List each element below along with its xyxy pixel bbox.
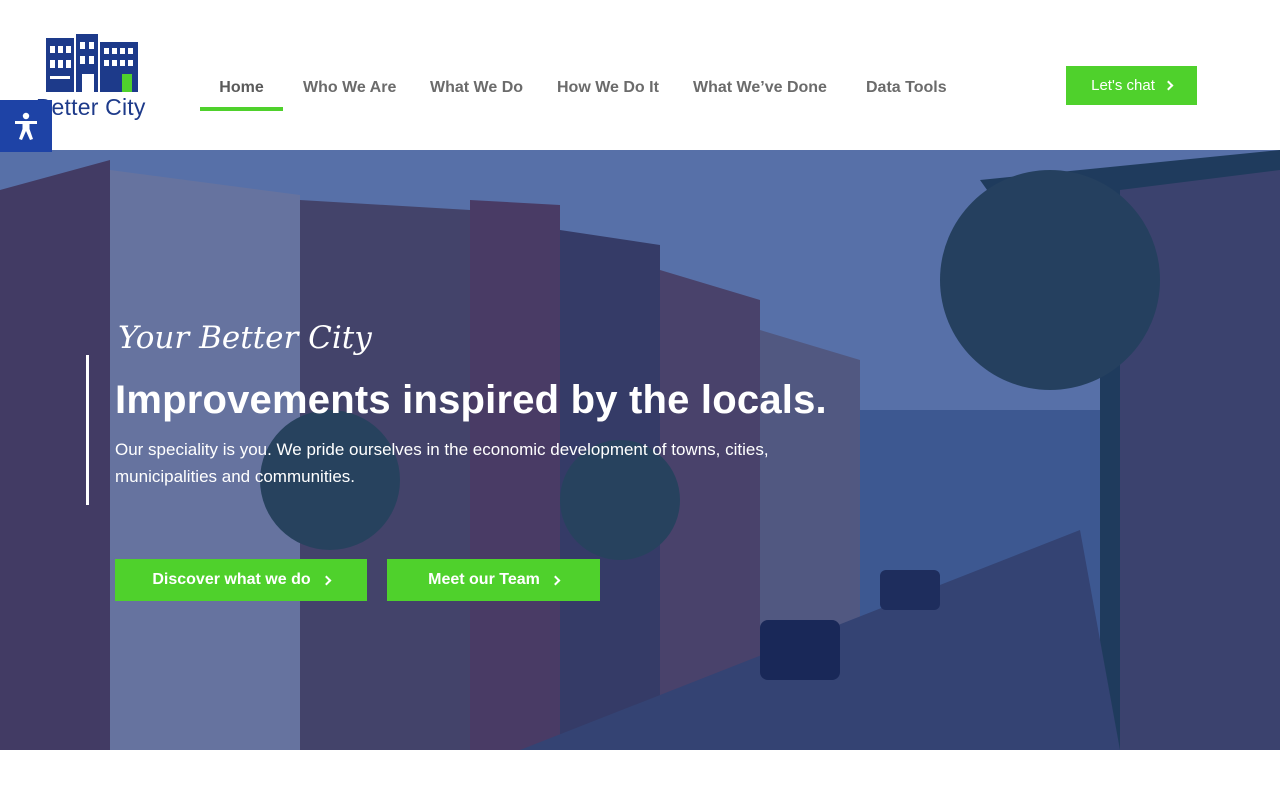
chevron-right-icon bbox=[321, 575, 332, 585]
hero-section: Your Better City Improvements inspired b… bbox=[0, 150, 1280, 750]
nav-item-what-we-do[interactable]: What We Do bbox=[430, 66, 523, 110]
meet-our-team-button[interactable]: Meet our Team bbox=[387, 559, 600, 601]
discover-what-we-do-button[interactable]: Discover what we do bbox=[115, 559, 367, 601]
brand-name: Better City bbox=[36, 94, 146, 120]
site-logo[interactable]: Better City bbox=[36, 34, 156, 124]
lets-chat-button[interactable]: Let's chat bbox=[1066, 66, 1197, 105]
meet-team-label: Meet our Team bbox=[428, 571, 540, 588]
main-nav: Home Who We Are What We Do How We Do It … bbox=[200, 66, 947, 111]
city-buildings-logo-icon bbox=[46, 34, 138, 92]
page-content-start bbox=[0, 750, 1280, 800]
lets-chat-label: Let's chat bbox=[1091, 77, 1155, 94]
nav-item-what-weve-done[interactable]: What We’ve Done bbox=[693, 66, 827, 110]
nav-item-home[interactable]: Home bbox=[200, 66, 283, 111]
accessibility-icon bbox=[15, 112, 37, 140]
hero-subtitle: Our speciality is you. We pride ourselve… bbox=[115, 440, 769, 486]
nav-item-how-we-do-it[interactable]: How We Do It bbox=[557, 66, 659, 110]
nav-item-who-we-are[interactable]: Who We Are bbox=[303, 66, 396, 110]
hero-accent-bar bbox=[86, 355, 89, 505]
chevron-right-icon bbox=[1163, 80, 1174, 91]
accessibility-button[interactable] bbox=[0, 100, 52, 152]
chevron-right-icon bbox=[550, 575, 561, 585]
site-header: Better City Home Who We Are What We Do H… bbox=[0, 0, 1280, 150]
hero-eyebrow: Your Better City bbox=[118, 320, 372, 356]
hero-title: Improvements inspired by the locals. bbox=[115, 378, 827, 422]
nav-item-data-tools[interactable]: Data Tools bbox=[866, 66, 947, 110]
discover-label: Discover what we do bbox=[152, 571, 311, 588]
